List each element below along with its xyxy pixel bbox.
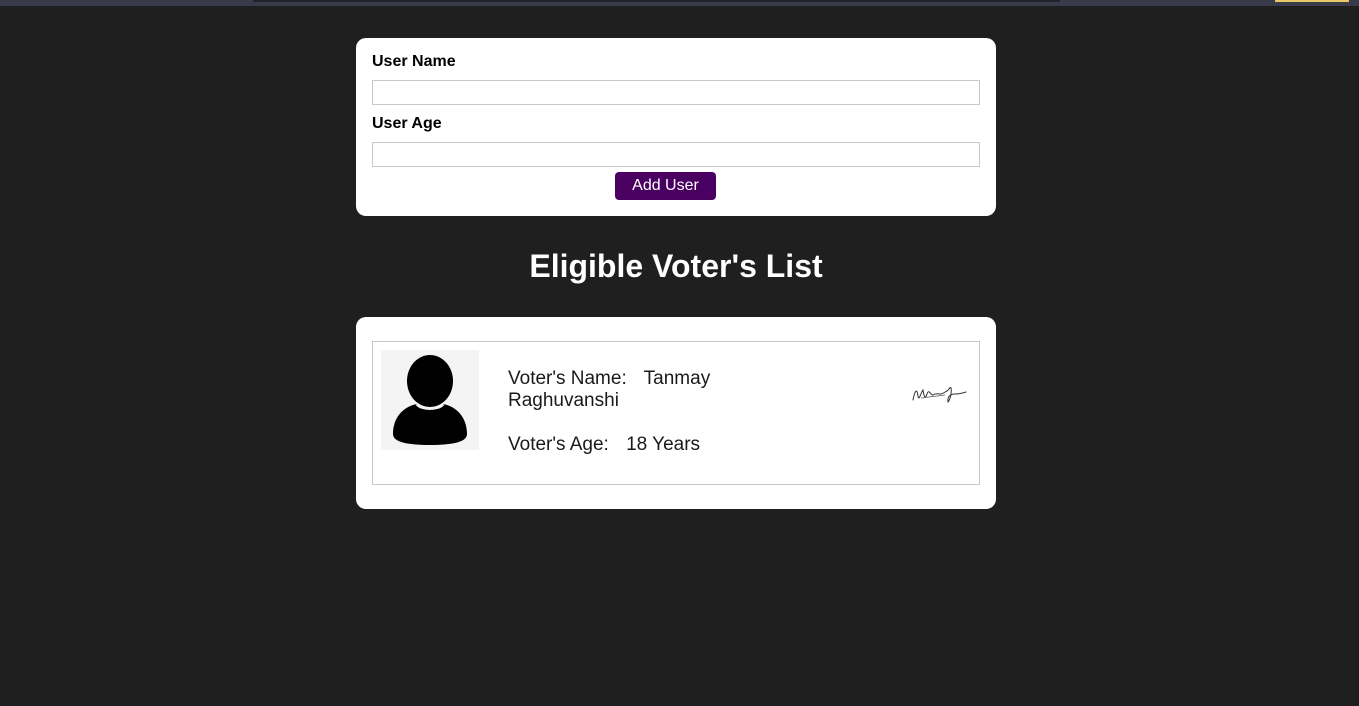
voter-name-line: Voter's Name: Tanmay Raghuvanshi xyxy=(508,368,728,412)
voter-name-label: Voter's Name: xyxy=(508,368,627,389)
user-name-input[interactable] xyxy=(372,80,980,105)
signature-icon xyxy=(911,382,967,406)
user-name-label: User Name xyxy=(372,53,456,70)
voter-card: Voter's Name: Tanmay Raghuvanshi Voter's… xyxy=(372,341,980,485)
user-age-input[interactable] xyxy=(372,142,980,167)
browser-top-bar xyxy=(0,0,1359,6)
user-age-label: User Age xyxy=(372,115,442,132)
user-avatar-icon xyxy=(381,350,479,450)
add-user-button[interactable]: Add User xyxy=(615,172,716,200)
add-user-form: User Name User Age Add User xyxy=(356,38,996,216)
voter-list: Voter's Name: Tanmay Raghuvanshi Voter's… xyxy=(356,317,996,509)
voter-age-line: Voter's Age: 18 Years xyxy=(508,434,728,456)
voter-age-label: Voter's Age: xyxy=(508,434,609,455)
voter-list-title: Eligible Voter's List xyxy=(529,248,823,284)
address-bar-strip xyxy=(253,0,1060,2)
voter-info: Voter's Name: Tanmay Raghuvanshi Voter's… xyxy=(508,368,728,478)
voter-age-value: 18 Years xyxy=(626,434,701,455)
top-bar-accent xyxy=(1275,0,1349,2)
